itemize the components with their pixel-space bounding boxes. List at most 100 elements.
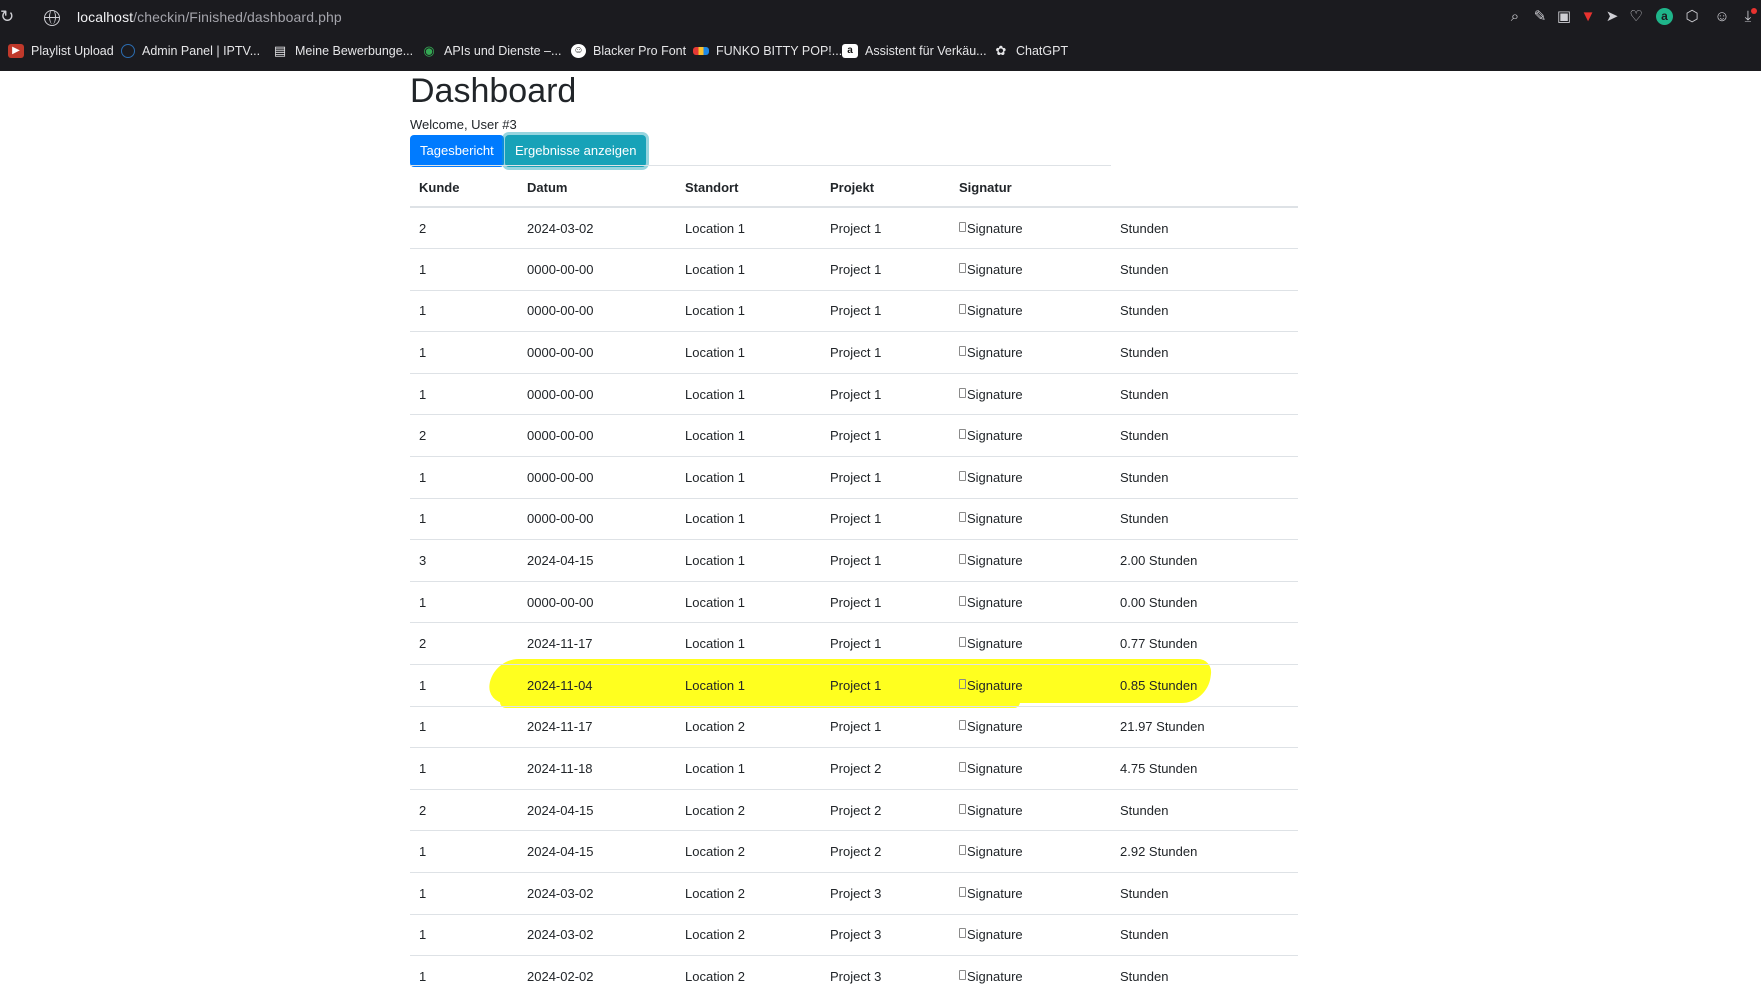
table-row: 2 2024-03-02 Location 1 Project 1 Signature S… — [410, 207, 1298, 250]
signature-image-broken: Signature — [959, 802, 1023, 818]
bookmark-blacker-font[interactable]: ☺ Blacker Pro Font — [571, 40, 686, 62]
extension-a-icon[interactable]: a — [1656, 8, 1673, 25]
shield-icon[interactable]: ▼ — [1577, 6, 1599, 28]
cell-standort: Location 1 — [676, 581, 821, 624]
signature-image-broken: Signature — [959, 635, 1023, 651]
bookmark-funko[interactable]: FUNKO BITTY POP!... — [693, 40, 842, 62]
cell-kunde: 2 — [410, 622, 518, 666]
broken-image-icon — [959, 886, 966, 897]
cell-datum: 0000-00-00 — [518, 581, 676, 624]
cell-standort: Location 1 — [676, 498, 821, 541]
signature-image-broken: Signature — [959, 220, 1023, 236]
cell-signatur: Signature — [950, 456, 1111, 499]
cell-stunden: Stunden — [1111, 456, 1298, 499]
edit-icon[interactable]: ✎ — [1529, 6, 1551, 28]
address-bar[interactable]: ↻ localhost/checkin/Finished/dashboard.p… — [0, 0, 1761, 36]
send-icon[interactable]: ➤ — [1601, 6, 1623, 28]
browser-chrome: ↻ localhost/checkin/Finished/dashboard.p… — [0, 0, 1761, 71]
broken-image-icon — [959, 429, 966, 440]
bookmark-chatgpt[interactable]: ✿ ChatGPT — [993, 40, 1069, 62]
playlist-icon: ▶ — [8, 44, 24, 58]
cell-datum: 2024-04-15 — [518, 539, 676, 582]
bookmark-label: Blacker Pro Font — [593, 44, 687, 58]
signature-image-broken: Signature — [959, 510, 1023, 526]
profile-icon[interactable]: ☺ — [1711, 6, 1733, 28]
col-header-standort: Standort — [676, 168, 821, 208]
toolbar-icons: ⌕ ✎ ▣ ▼ ➤ ♡ a ⬡ ☺ ⤓ — [1501, 6, 1761, 30]
signature-alt-text: Signature — [967, 844, 1023, 860]
table-body: 2 2024-03-02 Location 1 Project 1 Signature S… — [410, 207, 1298, 989]
bookmark-admin-panel[interactable]: Admin Panel | IPTV... — [121, 40, 260, 62]
table-row: 1 2024-03-02 Location 2 Project 3 Signature S… — [410, 914, 1298, 957]
search-icon[interactable]: ⌕ — [1504, 6, 1526, 28]
bookmark-label: FUNKO BITTY POP!... — [716, 44, 843, 58]
signature-image-broken: Signature — [959, 427, 1023, 443]
cell-projekt: Project 2 — [821, 789, 950, 832]
camera-icon[interactable]: ▣ — [1553, 6, 1575, 28]
broken-image-icon — [959, 720, 966, 731]
page-title: Dashboard — [410, 72, 577, 110]
bookmark-bewerbungen[interactable]: ▤ Meine Bewerbunge... — [272, 40, 413, 62]
url-text[interactable]: localhost/checkin/Finished/dashboard.php — [77, 9, 342, 25]
cell-projekt: Project 1 — [821, 414, 950, 458]
heart-icon[interactable]: ♡ — [1625, 6, 1647, 28]
cell-datum: 2024-04-15 — [518, 830, 676, 873]
cell-stunden: Stunden — [1111, 414, 1298, 458]
cell-signatur: Signature — [950, 373, 1111, 416]
cell-stunden: Stunden — [1111, 373, 1298, 416]
cell-signatur: Signature — [950, 290, 1111, 333]
table-row: 1 0000-00-00 Location 1 Project 1 Signature S… — [410, 331, 1298, 374]
cell-stunden: 21.97 Stunden — [1111, 706, 1298, 749]
chatgpt-icon: ✿ — [995, 43, 1007, 58]
bookmark-label: APIs und Dienste –... — [444, 44, 562, 58]
signature-image-broken: Signature — [959, 302, 1023, 318]
signature-alt-text: Signature — [967, 802, 1023, 818]
col-header-stunden — [1111, 168, 1298, 208]
bookmark-playlist-upload[interactable]: ▶ Playlist Upload — [8, 40, 114, 62]
cell-projekt: Project 2 — [821, 747, 950, 790]
table-row: 2 0000-00-00 Location 1 Project 1 Signature S… — [410, 414, 1298, 458]
bookmark-label: Admin Panel | IPTV... — [142, 44, 261, 58]
col-header-projekt: Projekt — [821, 168, 950, 208]
bookmark-amazon-assistant[interactable]: a Assistent für Verkäu... — [842, 40, 987, 62]
cell-standort: Location 1 — [676, 747, 821, 790]
signature-alt-text: Signature — [967, 761, 1023, 777]
broken-image-icon — [959, 762, 966, 773]
cell-standort: Location 1 — [676, 414, 821, 458]
cell-stunden: 2.92 Stunden — [1111, 830, 1298, 873]
cell-projekt: Project 1 — [821, 248, 950, 291]
cell-signatur: Signature — [950, 914, 1111, 957]
download-icon[interactable]: ⤓ — [1737, 6, 1759, 28]
bookmark-apis[interactable]: ◉ APIs und Dienste –... — [421, 40, 561, 62]
tagesbericht-button[interactable]: Tagesbericht — [410, 135, 504, 167]
cell-kunde: 2 — [410, 789, 518, 832]
cell-projekt: Project 1 — [821, 706, 950, 749]
signature-alt-text: Signature — [967, 469, 1023, 485]
welcome-text: Welcome, User #3 — [410, 117, 517, 132]
cell-standort: Location 1 — [676, 207, 821, 250]
page-body: Dashboard Welcome, User #3 Tagesbericht … — [0, 71, 1761, 989]
signature-alt-text: Signature — [967, 553, 1023, 569]
cell-projekt: Project 3 — [821, 872, 950, 915]
show-results-button[interactable]: Ergebnisse anzeigen — [505, 135, 647, 167]
cell-signatur: Signature — [950, 248, 1111, 291]
broken-image-icon — [959, 678, 966, 689]
cell-kunde: 2 — [410, 207, 518, 250]
table-row: 1 0000-00-00 Location 1 Project 1 Signature S… — [410, 290, 1298, 333]
cell-stunden: Stunden — [1111, 207, 1298, 250]
cell-standort: Location 2 — [676, 955, 821, 989]
cell-signatur: Signature — [950, 747, 1111, 790]
cell-projekt: Project 1 — [821, 456, 950, 499]
bookmark-label: ChatGPT — [1016, 44, 1069, 58]
table-row: 3 2024-04-15 Location 1 Project 1 Signature 2… — [410, 539, 1298, 582]
cell-stunden: Stunden — [1111, 498, 1298, 541]
cube-icon[interactable]: ⬡ — [1681, 6, 1703, 28]
table-header-row: Kunde Datum Standort Projekt Signatur — [410, 168, 1298, 208]
site-info-icon[interactable] — [44, 10, 60, 26]
signature-alt-text: Signature — [967, 345, 1023, 361]
reload-icon[interactable]: ↻ — [0, 8, 14, 26]
cell-kunde: 1 — [410, 331, 518, 374]
cell-signatur: Signature — [950, 955, 1111, 989]
signature-image-broken: Signature — [959, 386, 1023, 402]
table-row: 1 2024-11-18 Location 1 Project 2 Signature 4… — [410, 747, 1298, 790]
